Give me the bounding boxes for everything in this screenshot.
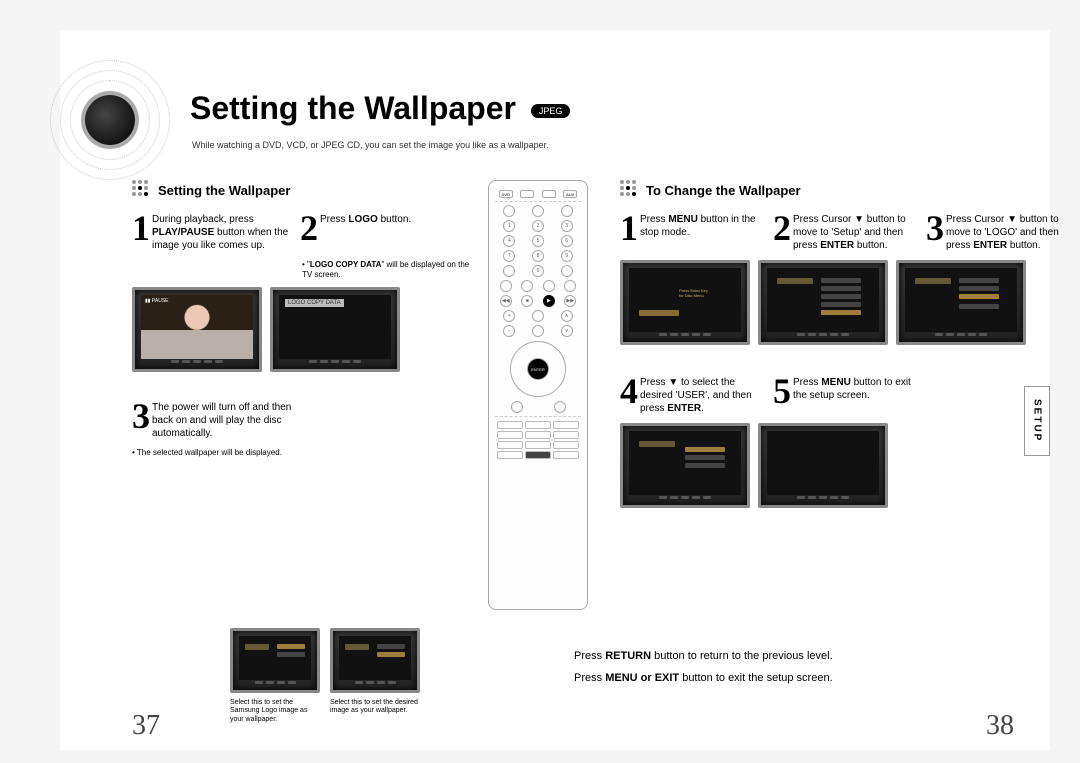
jpeg-badge: JPEG [531,104,571,118]
page-title: Setting the Wallpaper JPEG [190,90,570,127]
tv-screen-logo-copy: LOGO COPY DATA [270,287,400,372]
speaker-decoration [50,60,170,180]
tv-screen-user [620,423,750,508]
nav-pad: ENTER [510,341,566,397]
right-step-4: 4 Press ▼ to select the desired 'USER', … [620,373,765,415]
tv-screen-logo [896,260,1026,345]
step-number: 1 [132,210,150,246]
section-heading-right: To Change the Wallpaper [620,180,1080,200]
right-step-3: 3 Press Cursor ▼ button to move to 'LOGO… [926,210,1071,252]
dot-grid-icon [132,180,152,200]
thumb-caption-2: Select this to set the desired image as … [330,699,420,716]
right-step-5: 5 Press MENU button to exit the setup sc… [773,373,918,415]
right-step-2: 2 Press Cursor ▼ button to move to 'Setu… [773,210,918,252]
remote-control-illustration: DVDAUX 123 456 789 0 ◀◀■▶▶▶ +∧ −∨ ENTER [488,180,588,610]
left-column: Setting the Wallpaper 1 During playback,… [132,180,472,464]
enter-button-icon: ENTER [527,358,549,380]
tv-screen-pause: ▮▮ PAUSE [132,287,262,372]
tv-screen-exit [758,423,888,508]
info-box: Press RETURN button to return to the pre… [574,640,1014,694]
step-text: The power will turn off and then back on… [152,398,292,440]
thumb-caption-1: Select this to set the Samsung Logo imag… [230,699,320,724]
info-line-1: Press RETURN button to return to the pre… [574,650,1014,662]
page-number-right: 38 [986,710,1014,742]
tv-thumb-user-image [330,628,420,693]
title-text: Setting the Wallpaper [190,90,516,126]
info-line-2: Press MENU or EXIT button to exit the se… [574,672,1014,684]
left-step-2: 2 Press LOGO button. [300,210,460,252]
side-tab-setup: SETUP [1024,386,1050,456]
tv-thumb-samsung-logo [230,628,320,693]
right-step-1: 1 Press MENU button in the stop mode. [620,210,765,252]
logo-copy-label: LOGO COPY DATA [285,299,344,307]
left-step-3: 3 The power will turn off and then back … [132,398,292,440]
step-number: 3 [132,398,150,434]
tv-screen-setup [758,260,888,345]
right-column: To Change the Wallpaper 1 Press MENU but… [620,180,1080,514]
step-text: During playback, press PLAY/PAUSE button… [152,210,292,252]
subtitle-text: While watching a DVD, VCD, or JPEG CD, y… [192,140,549,150]
right-heading: To Change the Wallpaper [646,183,801,198]
note-selected-wp: The selected wallpaper will be displayed… [132,448,472,458]
left-step-1: 1 During playback, press PLAY/PAUSE butt… [132,210,292,252]
section-heading-left: Setting the Wallpaper [132,180,472,200]
step-number: 2 [300,210,318,246]
page-number-left: 37 [132,710,160,742]
note-logo-copy: "LOGO COPY DATA" will be displayed on th… [302,260,472,281]
manual-page: Setting the Wallpaper JPEG While watchin… [60,30,1050,750]
tv-screen-menu: Press Enter Keyfor Disc Menu [620,260,750,345]
left-heading: Setting the Wallpaper [158,183,290,198]
bottom-thumbnails: Select this to set the Samsung Logo imag… [230,628,420,724]
step-text: Press LOGO button. [320,210,411,226]
dot-grid-icon [620,180,640,200]
